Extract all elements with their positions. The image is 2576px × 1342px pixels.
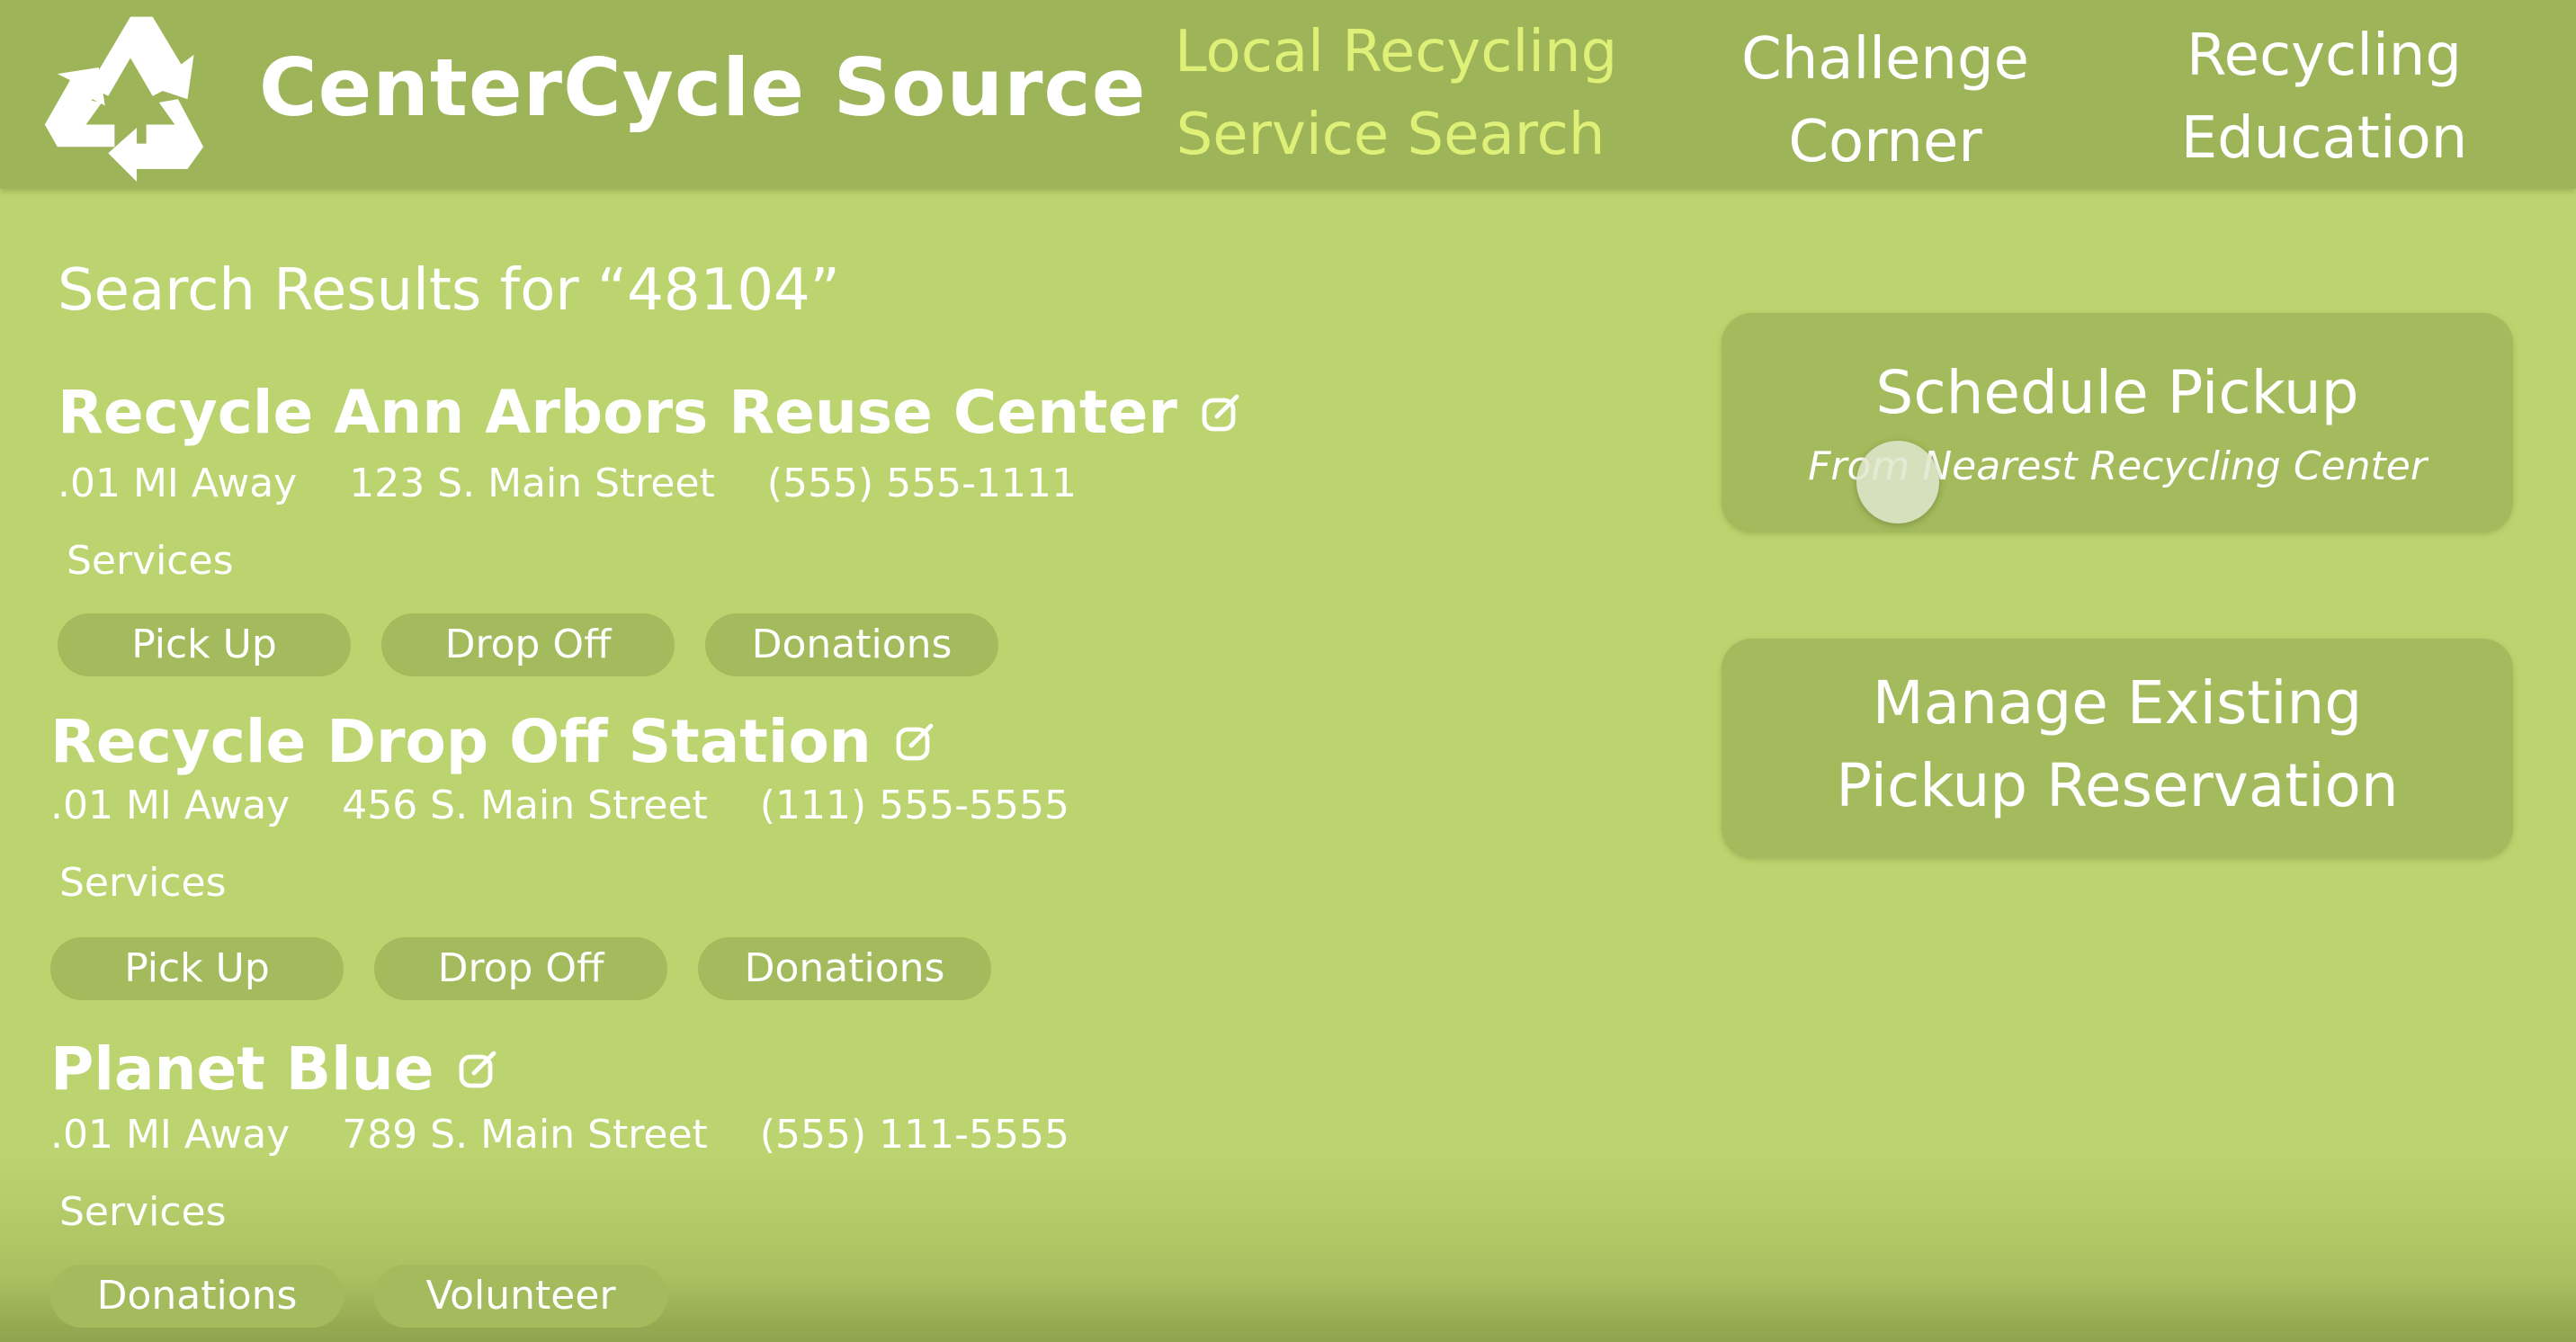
manage-reservation-button[interactable]: Manage Existing Pickup Reservation (1722, 639, 2513, 858)
service-chip-drop-off[interactable]: Drop Off (374, 937, 667, 1000)
app-root: CenterCycle Source Local Recycling Servi… (0, 0, 2576, 1342)
recycle-icon (44, 16, 204, 182)
manage-reservation-line1: Manage Existing (1872, 668, 2363, 738)
nav-local-recycling-service-search[interactable]: Local Recycling Service Search (1175, 11, 1618, 176)
search-results-title: Search Results for “48104” (58, 257, 840, 324)
brand-name[interactable]: CenterCycle Source (259, 41, 1146, 134)
service-chip-pick-up[interactable]: Pick Up (50, 937, 344, 1000)
nav-label-line1: Challenge (1741, 26, 2029, 93)
result-distance: .01 MI Away (50, 1112, 291, 1158)
external-link-icon[interactable] (456, 1048, 499, 1091)
result-name: Recycle Ann Arbors Reuse Center (58, 378, 1177, 447)
result-name-link[interactable]: Planet Blue (50, 1034, 499, 1104)
service-chip-pick-up[interactable]: Pick Up (58, 613, 351, 676)
result-name: Planet Blue (50, 1034, 434, 1104)
service-chip-drop-off[interactable]: Drop Off (381, 613, 675, 676)
service-chip-donations[interactable]: Donations (50, 1265, 344, 1328)
external-link-icon[interactable] (893, 720, 936, 764)
result-name: Recycle Drop Off Station (50, 707, 872, 776)
service-chip-volunteer[interactable]: Volunteer (374, 1265, 667, 1328)
result-distance: .01 MI Away (50, 783, 291, 828)
result-name-link[interactable]: Recycle Drop Off Station (50, 707, 936, 776)
result-distance: .01 MI Away (58, 461, 298, 506)
external-link-icon[interactable] (1199, 391, 1242, 434)
manage-reservation-line2: Pickup Reservation (1836, 751, 2399, 820)
nav-recycling-education[interactable]: Recycling Education (2144, 14, 2504, 180)
nav-challenge-corner[interactable]: Challenge Corner (1705, 18, 2065, 183)
result-address: 123 S. Main Street (349, 461, 715, 506)
result-name-link[interactable]: Recycle Ann Arbors Reuse Center (58, 378, 1242, 447)
result-phone: (555) 555-1111 (766, 461, 1077, 506)
result-phone: (555) 111-5555 (759, 1112, 1069, 1158)
result-address: 456 S. Main Street (342, 783, 708, 828)
service-chip-donations[interactable]: Donations (698, 937, 991, 1000)
service-chip-donations[interactable]: Donations (705, 613, 998, 676)
nav-label-line2: Service Search (1176, 102, 1606, 168)
schedule-pickup-button[interactable]: Schedule Pickup From Nearest Recycling C… (1722, 313, 2513, 532)
result-phone: (111) 555-5555 (759, 783, 1069, 828)
nav-label-line1: Local Recycling (1175, 19, 1618, 85)
schedule-pickup-title: Schedule Pickup (1875, 358, 2359, 427)
services-label: Services (67, 538, 234, 584)
nav-label-line2: Education (2180, 105, 2468, 172)
nav-label-line2: Corner (1788, 109, 1982, 175)
top-header: CenterCycle Source Local Recycling Servi… (0, 0, 2576, 189)
touch-cursor-indicator (1856, 441, 1939, 523)
result-meta: .01 MI Away 123 S. Main Street (555) 555-1… (58, 461, 1129, 506)
result-meta: .01 MI Away 789 S. Main Street (555) 111-5… (50, 1112, 1122, 1158)
result-address: 789 S. Main Street (342, 1112, 708, 1158)
schedule-pickup-subtitle: From Nearest Recycling Center (1808, 443, 2427, 489)
nav-label-line1: Recycling (2187, 22, 2462, 89)
result-meta: .01 MI Away 456 S. Main Street (111) 555-5… (50, 783, 1122, 828)
services-label: Services (59, 860, 227, 906)
services-label: Services (59, 1189, 227, 1235)
